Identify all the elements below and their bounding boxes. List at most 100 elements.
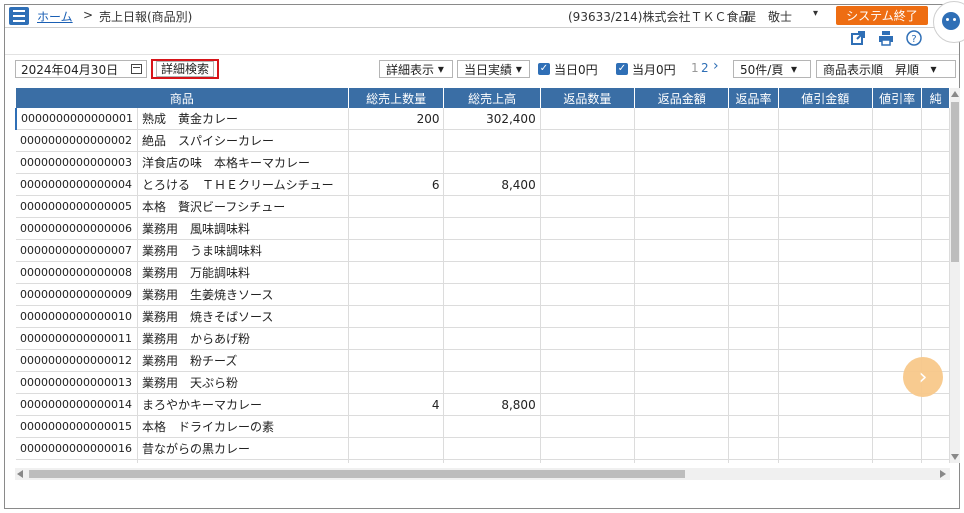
discount-amount-cell[interactable] <box>778 305 873 328</box>
print-icon[interactable] <box>878 30 894 46</box>
total-sales-cell[interactable] <box>443 195 541 218</box>
return-amount-cell[interactable] <box>634 371 730 394</box>
return-rate-cell[interactable] <box>728 239 779 262</box>
product-name-cell[interactable]: 洋食店の味 本格キーマカレー <box>137 151 349 174</box>
total-sales-cell[interactable] <box>443 261 541 284</box>
discount-rate-cell[interactable] <box>872 305 923 328</box>
net-cell[interactable] <box>921 108 950 130</box>
product-code-cell[interactable]: 0000000000000013 <box>16 371 138 394</box>
total-sales-cell[interactable]: 8,800 <box>443 393 541 416</box>
total-qty-cell[interactable] <box>348 459 445 463</box>
product-name-cell[interactable]: 業務用 万能調味料 <box>137 261 349 284</box>
discount-amount-cell[interactable] <box>778 195 873 218</box>
product-name-cell[interactable]: 業務用 天ぷら粉 <box>137 371 349 394</box>
product-name-cell[interactable]: 業務用 風味調味料 <box>137 217 349 240</box>
return-rate-cell[interactable] <box>728 151 779 174</box>
return-amount-cell[interactable] <box>634 415 730 438</box>
table-row[interactable]: 0000000000000014 まろやかキーマカレー 4 8,800 <box>16 393 950 416</box>
total-qty-cell[interactable] <box>348 283 445 306</box>
column-header-discount-rate[interactable]: 値引率 <box>872 88 923 108</box>
discount-amount-cell[interactable] <box>778 459 873 463</box>
external-link-icon[interactable] <box>850 30 866 46</box>
date-field[interactable]: 2024年04月30日 <box>15 60 147 78</box>
return-rate-cell[interactable] <box>728 371 779 394</box>
table-row[interactable]: 0000000000000012 業務用 粉チーズ <box>16 349 950 372</box>
table-row[interactable]: 0000000000000013 業務用 天ぷら粉 <box>16 371 950 394</box>
system-exit-button[interactable]: システム終了 <box>836 6 928 25</box>
product-code-cell[interactable]: 0000000000000004 <box>16 173 138 196</box>
discount-amount-cell[interactable] <box>778 393 873 416</box>
net-cell[interactable] <box>921 415 950 438</box>
product-name-cell[interactable]: 本格 ドライカレーの素 <box>137 415 349 438</box>
table-row[interactable]: 0000000000000010 業務用 焼きそばソース <box>16 305 950 328</box>
column-header-discount-amount[interactable]: 値引金額 <box>778 88 873 108</box>
return-rate-cell[interactable] <box>728 173 779 196</box>
return-amount-cell[interactable] <box>634 239 730 262</box>
next-page-icon[interactable]: › <box>713 58 719 74</box>
return-qty-cell[interactable] <box>540 239 636 262</box>
total-qty-cell[interactable] <box>348 371 445 394</box>
return-qty-cell[interactable] <box>540 217 636 240</box>
product-name-cell[interactable]: 熟成 黄金カレー <box>137 108 349 130</box>
net-cell[interactable] <box>921 327 950 350</box>
total-qty-cell[interactable] <box>348 239 445 262</box>
table-row[interactable]: 0000000000000007 業務用 うま味調味料 <box>16 239 950 262</box>
total-qty-cell[interactable] <box>348 195 445 218</box>
column-header-net[interactable]: 純 <box>921 88 950 108</box>
product-code-cell[interactable]: 0000000000000008 <box>16 261 138 284</box>
chevron-down-icon[interactable]: ▾ <box>813 8 818 19</box>
day-results-dropdown[interactable]: 当日実績 ▾ <box>457 60 530 78</box>
table-row[interactable]: 0000000000000016 昔ながらの黒カレー <box>16 437 950 460</box>
total-sales-cell[interactable] <box>443 305 541 328</box>
net-cell[interactable] <box>921 239 950 262</box>
column-header-return-rate[interactable]: 返品率 <box>728 88 779 108</box>
total-sales-cell[interactable]: 302,400 <box>443 108 541 130</box>
discount-rate-cell[interactable] <box>872 283 923 306</box>
product-name-cell[interactable]: 業務用 生姜焼きソース <box>137 283 349 306</box>
product-name-cell[interactable]: 絶品 スパイシーカレー <box>137 129 349 152</box>
product-code-cell[interactable]: 0000000000000011 <box>16 327 138 350</box>
return-rate-cell[interactable] <box>728 393 779 416</box>
column-header-return-amount[interactable]: 返品金額 <box>634 88 730 108</box>
column-header-return-qty[interactable]: 返品数量 <box>540 88 636 108</box>
return-amount-cell[interactable] <box>634 437 730 460</box>
total-sales-cell[interactable]: 8,400 <box>443 173 541 196</box>
total-sales-cell[interactable] <box>443 239 541 262</box>
return-amount-cell[interactable] <box>634 459 730 463</box>
product-name-cell[interactable]: 業務用 焼きそばソース <box>137 305 349 328</box>
return-amount-cell[interactable] <box>634 195 730 218</box>
return-rate-cell[interactable] <box>728 459 779 463</box>
product-code-cell[interactable]: 0000000000000015 <box>16 415 138 438</box>
net-cell[interactable] <box>921 261 950 284</box>
discount-amount-cell[interactable] <box>778 108 873 130</box>
total-qty-cell[interactable]: 200 <box>348 108 445 130</box>
product-code-cell[interactable]: 0000000000000014 <box>16 393 138 416</box>
discount-rate-cell[interactable] <box>872 239 923 262</box>
discount-amount-cell[interactable] <box>778 371 873 394</box>
product-name-cell[interactable]: 業務用 粉チーズ <box>137 349 349 372</box>
hamburger-menu-icon[interactable] <box>9 7 29 25</box>
discount-amount-cell[interactable] <box>778 261 873 284</box>
return-rate-cell[interactable] <box>728 305 779 328</box>
discount-amount-cell[interactable] <box>778 217 873 240</box>
discount-rate-cell[interactable] <box>872 217 923 240</box>
return-qty-cell[interactable] <box>540 393 636 416</box>
table-row[interactable]: 0000000000000009 業務用 生姜焼きソース <box>16 283 950 306</box>
product-name-cell[interactable]: 業務用 からあげ粉 <box>137 327 349 350</box>
column-header-product[interactable]: 商品 <box>16 88 349 108</box>
scroll-right-icon[interactable] <box>940 470 946 478</box>
vertical-scroll-thumb[interactable] <box>951 102 959 262</box>
return-amount-cell[interactable] <box>634 173 730 196</box>
product-code-cell[interactable]: 0000000000000009 <box>16 283 138 306</box>
net-cell[interactable] <box>921 305 950 328</box>
return-qty-cell[interactable] <box>540 349 636 372</box>
total-sales-cell[interactable] <box>443 459 541 463</box>
total-sales-cell[interactable] <box>443 327 541 350</box>
total-sales-cell[interactable] <box>443 217 541 240</box>
return-amount-cell[interactable] <box>634 393 730 416</box>
net-cell[interactable] <box>921 195 950 218</box>
product-code-cell[interactable]: 0000000000000017 <box>16 459 138 463</box>
table-row[interactable]: 0000000000000005 本格 贅沢ビーフシチュー <box>16 195 950 218</box>
discount-rate-cell[interactable] <box>872 261 923 284</box>
table-row[interactable]: 0000000000000006 業務用 風味調味料 <box>16 217 950 240</box>
